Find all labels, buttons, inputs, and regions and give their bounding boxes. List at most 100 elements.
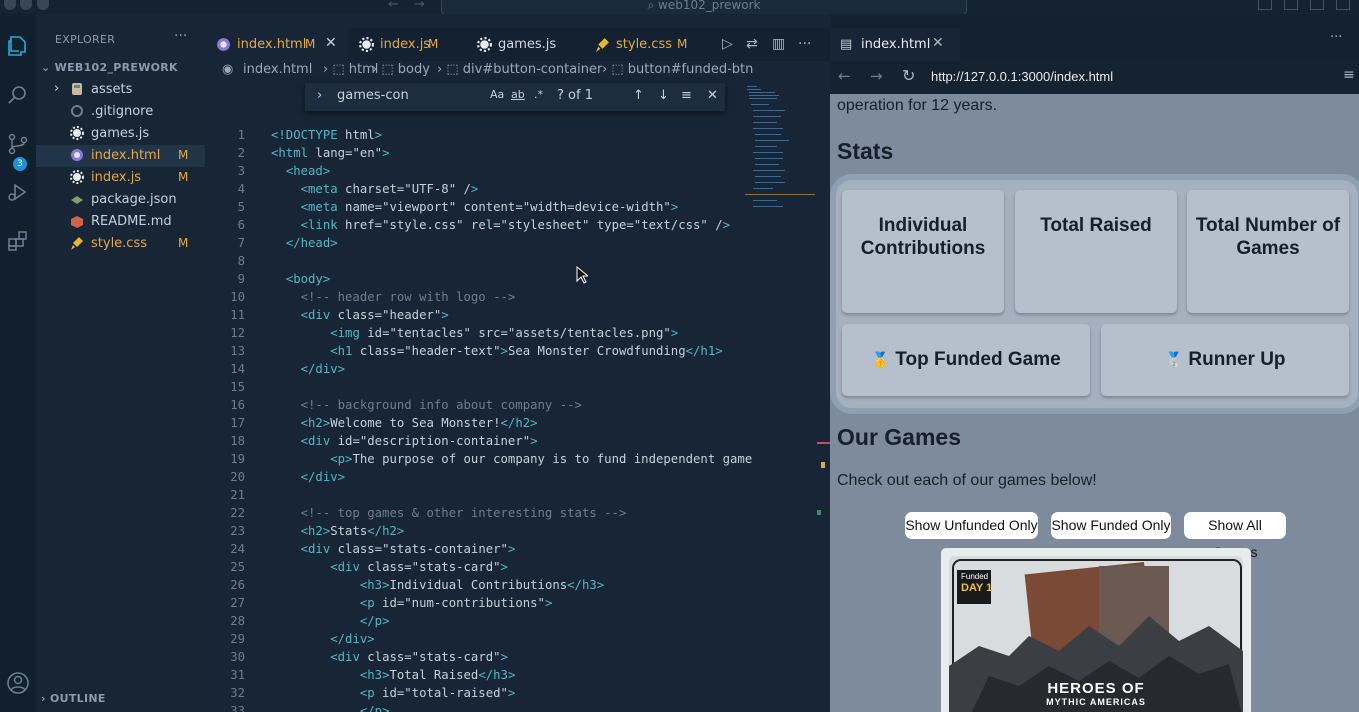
tab-label: style.css <box>616 37 672 52</box>
more-actions-icon[interactable]: ··· <box>798 36 811 52</box>
tree-item-gitignore[interactable]: .gitignore <box>36 101 205 123</box>
tree-item-style-css[interactable]: style.css M <box>36 233 205 255</box>
next-match-icon[interactable]: ↓ <box>658 88 669 103</box>
regex-toggle[interactable]: .* <box>534 88 543 101</box>
modified-indicator: M <box>178 148 189 162</box>
code-line: </p> <box>359 704 390 712</box>
explorer-activity-icon[interactable] <box>0 28 36 64</box>
browser-tab-icon: ▤ <box>840 37 853 52</box>
card-title: 🥈 Runner Up <box>1101 348 1349 372</box>
line-number: 12 <box>230 326 245 340</box>
close-tab-icon[interactable]: ✕ <box>325 35 337 51</box>
tree-item-readme[interactable]: README.md <box>36 211 205 233</box>
code-line: <img id="tentacles" src="assets/tentacle… <box>330 326 679 340</box>
tree-item-label: package.json <box>91 192 177 207</box>
tab-style-css[interactable]: style.css M <box>584 28 704 61</box>
line-number: 31 <box>230 668 245 682</box>
breadcrumb-item[interactable]: index.html <box>243 62 312 77</box>
back-arrow-icon[interactable]: ← <box>838 67 851 85</box>
extensions-activity-icon[interactable] <box>0 223 36 259</box>
accounts-icon[interactable] <box>0 665 36 701</box>
back-arrow-icon[interactable]: ← <box>388 0 399 12</box>
page-viewport[interactable]: operation for 12 years. Stats Individual… <box>830 94 1359 712</box>
tab-browser-index-html[interactable]: ▤ index.html ✕ <box>830 28 960 61</box>
url-input[interactable]: http://127.0.0.1:3000/index.html <box>931 69 1113 84</box>
forward-arrow-icon[interactable]: → <box>414 0 425 12</box>
find-in-selection-icon[interactable]: ≡ <box>681 88 692 103</box>
reload-icon[interactable]: ↻ <box>902 66 915 85</box>
toggle-sidebar-icon[interactable] <box>1258 0 1272 10</box>
more-actions-icon[interactable]: ··· <box>174 28 187 44</box>
tree-item-index-html[interactable]: index.html M <box>36 145 205 167</box>
modified-indicator: M <box>428 37 439 51</box>
chevron-right-icon: › <box>54 81 60 96</box>
close-window-icon[interactable] <box>4 0 16 10</box>
find-result-count: ? of 1 <box>557 88 593 103</box>
package-file-icon <box>71 196 83 204</box>
runner-up-label: Runner Up <box>1188 349 1286 370</box>
tree-item-assets[interactable]: › assets <box>36 79 205 101</box>
code-line: <h2>Stats</h2> <box>300 524 405 538</box>
toggle-replace-icon[interactable]: › <box>317 88 322 103</box>
explorer-sidebar: EXPLORER ··· ⌄ WEB102_PREWORK › assets .… <box>36 14 205 712</box>
show-unfunded-button[interactable]: Show Unfunded Only <box>905 512 1038 539</box>
minimize-window-icon[interactable] <box>20 0 32 10</box>
line-number: 11 <box>230 308 245 322</box>
workspace-name: web102_prework <box>658 0 761 12</box>
code-line: <h3>Individual Contributions</h3> <box>359 578 605 592</box>
customize-layout-icon[interactable] <box>1336 0 1350 10</box>
line-number: 2 <box>237 146 245 160</box>
tab-index-html[interactable]: index.html M ✕ <box>205 28 348 61</box>
activity-bar: 3 <box>0 14 36 712</box>
code-editor[interactable]: 1 <!DOCTYPE html> 2 <html lang="en"> 3 <head… <box>205 112 820 712</box>
minimap[interactable] <box>745 84 815 234</box>
gear-file-icon <box>477 37 492 52</box>
tab-games-js[interactable]: games.js <box>466 28 584 61</box>
line-number: 10 <box>230 290 245 304</box>
find-input[interactable]: games-con <box>337 88 409 103</box>
breadcrumb-item[interactable]: › ⬚ html <box>323 62 378 77</box>
previous-match-icon[interactable]: ↑ <box>633 88 644 103</box>
breadcrumb-label: div#button-container <box>462 62 603 77</box>
toggle-secondary-sidebar-icon[interactable] <box>1310 0 1324 10</box>
forward-arrow-icon[interactable]: → <box>870 67 883 85</box>
show-all-button[interactable]: Show All Games <box>1184 512 1286 560</box>
search-activity-icon[interactable] <box>0 77 36 113</box>
outline-section-header[interactable]: › OUTLINE <box>41 692 106 705</box>
tab-index-js[interactable]: index.js M <box>348 28 466 61</box>
tree-item-label: README.md <box>91 214 172 229</box>
tree-item-games-js[interactable]: games.js <box>36 123 205 145</box>
tree-item-index-js[interactable]: index.js M <box>36 167 205 189</box>
tab-label: index.html <box>237 37 307 52</box>
breadcrumb-item[interactable]: › ⬚ body <box>372 62 430 77</box>
game-badge-funded: Funded <box>961 572 989 581</box>
code-line: <div class="stats-container"> <box>300 542 516 556</box>
game-card: Funded DAY 1 HEROES OF MYTHIC AMERICAS <box>941 548 1251 712</box>
breadcrumb-item[interactable]: › ⬚ button#funded-btn <box>602 62 753 77</box>
games-heading: Our Games <box>837 424 961 450</box>
more-actions-icon[interactable]: ··· <box>1330 30 1342 45</box>
breadcrumb-item[interactable]: › ⬚ div#button-container <box>437 62 602 77</box>
explorer-title: EXPLORER <box>55 33 116 46</box>
hamburger-menu-icon[interactable]: ≡ <box>1343 67 1355 83</box>
show-funded-button[interactable]: Show Funded Only <box>1051 512 1171 539</box>
close-tab-icon[interactable]: ✕ <box>932 35 944 51</box>
code-line: </p> <box>359 614 390 628</box>
compare-changes-icon[interactable]: ⇄ <box>746 36 758 52</box>
line-number: 29 <box>230 632 245 646</box>
close-find-icon[interactable]: ✕ <box>707 88 718 103</box>
tree-item-label: assets <box>91 82 133 97</box>
gold-medal-icon: 🥇 <box>871 352 891 369</box>
match-word-toggle[interactable]: ab <box>511 88 525 101</box>
line-number: 21 <box>230 488 245 502</box>
toggle-panel-icon[interactable] <box>1284 0 1298 10</box>
code-line: <meta name="viewport" content="width=dev… <box>300 200 679 214</box>
run-debug-activity-icon[interactable] <box>0 174 36 210</box>
split-editor-icon[interactable]: ▥ <box>772 36 785 52</box>
match-case-toggle[interactable]: Aa <box>490 88 504 101</box>
run-icon[interactable]: ▷ <box>722 36 733 52</box>
project-folder-header[interactable]: ⌄ WEB102_PREWORK <box>41 61 178 74</box>
tree-item-package-json[interactable]: package.json <box>36 189 205 211</box>
breadcrumb-label: body <box>397 62 430 77</box>
zoom-window-icon[interactable] <box>37 0 49 10</box>
